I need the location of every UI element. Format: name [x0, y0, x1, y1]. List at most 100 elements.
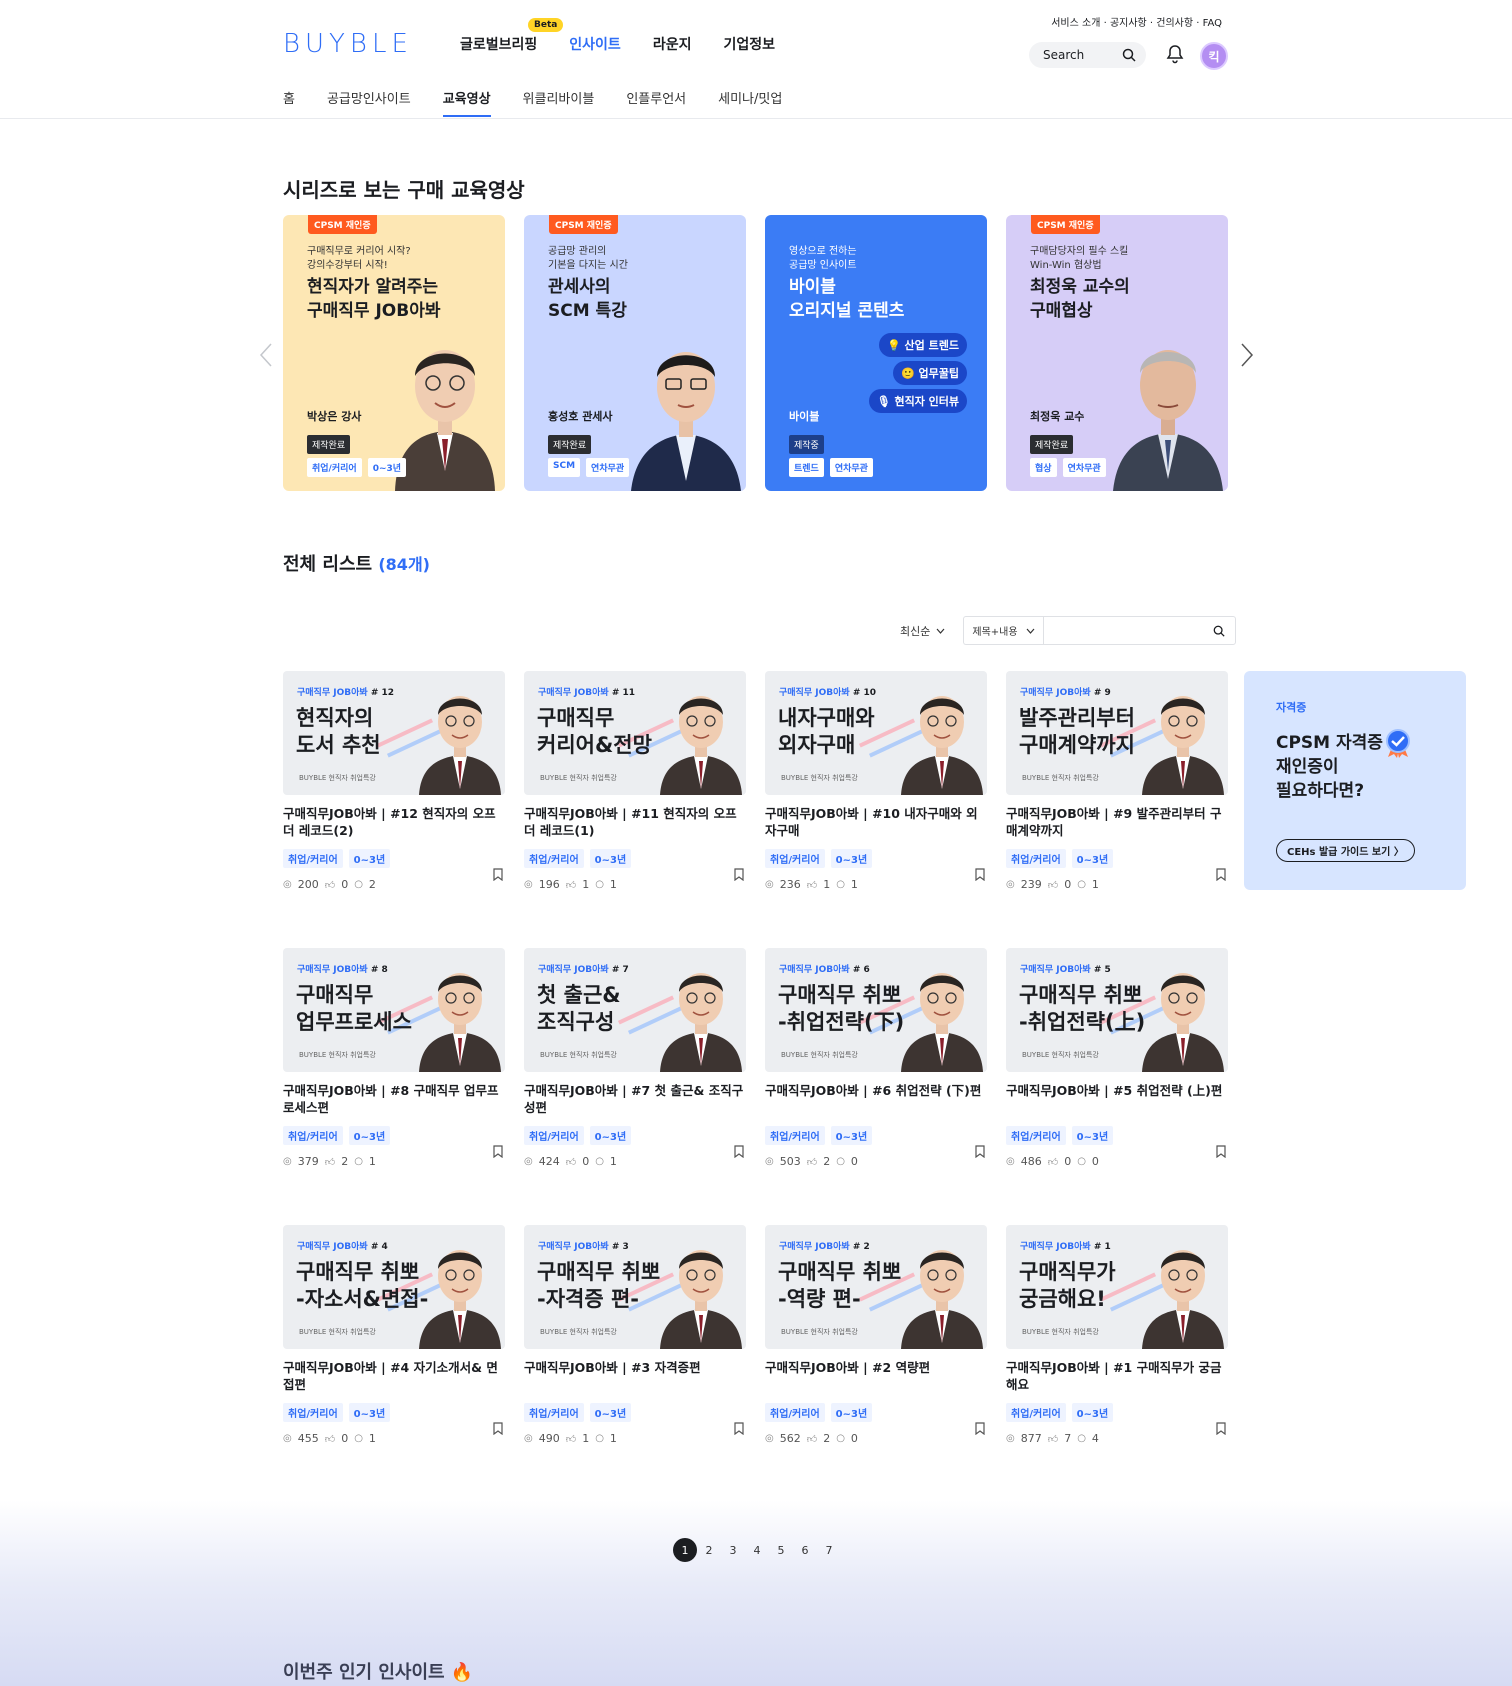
tab-home[interactable]: 홈: [283, 88, 295, 117]
page-4[interactable]: 4: [745, 1538, 769, 1562]
video-title[interactable]: 구매직무JOB아봐 | #11 현직자의 오프더 레코드(1): [524, 805, 746, 839]
bookmark-icon[interactable]: [975, 1145, 985, 1158]
thumbs-up-icon: 👍︎: [806, 1156, 818, 1168]
list-count: (84개): [378, 555, 430, 574]
video-thumbnail[interactable]: 구매직무 JOB아봐 # 5 구매직무 취뽀 -취업전략(上) BUYBLE 현…: [1006, 948, 1228, 1072]
video-card[interactable]: 구매직무 JOB아봐 # 1 구매직무가 궁금해요! BUYBLE 현직자 취업…: [1006, 1225, 1228, 1445]
tag: 취업/커리어: [1006, 849, 1066, 868]
series-card-buyble-original[interactable]: 영상으로 전하는 공급망 인사이트 바이블 오리지널 콘텐츠 💡 산업 트렌드 …: [765, 215, 987, 491]
video-thumbnail[interactable]: 구매직무 JOB아봐 # 3 구매직무 취뽀 -자격증 편- BUYBLE 현직…: [524, 1225, 746, 1349]
cpsm-recert-banner[interactable]: 자격증 CPSM 자격증 재인증이 필요하다면? CEHs 발급 가이드 보기 …: [1244, 671, 1466, 890]
keyword-search-input[interactable]: [1043, 616, 1237, 645]
bookmark-icon[interactable]: [975, 1422, 985, 1435]
bookmark-icon[interactable]: [734, 868, 744, 881]
video-thumbnail[interactable]: 구매직무 JOB아봐 # 4 구매직무 취뽀 -자소서&면접- BUYBLE 현…: [283, 1225, 505, 1349]
video-card[interactable]: 구매직무 JOB아봐 # 9 발주관리부터 구매계약까지 BUYBLE 현직자 …: [1006, 671, 1228, 891]
bookmark-icon[interactable]: [493, 1145, 503, 1158]
view-count: 877: [1020, 1432, 1042, 1445]
video-title[interactable]: 구매직무JOB아봐 | #6 취업전략 (下)편: [765, 1082, 987, 1116]
tab-weekly-buyble[interactable]: 위클리바이블: [523, 88, 595, 117]
page-1[interactable]: 1: [673, 1538, 697, 1562]
bookmark-icon[interactable]: [1216, 1422, 1226, 1435]
bookmark-icon[interactable]: [975, 868, 985, 881]
gnb-global-briefing[interactable]: 글로벌브리핑 Beta: [460, 18, 564, 54]
video-card[interactable]: 구매직무 JOB아봐 # 8 구매직무 업무프로세스 BUYBLE 현직자 취업…: [283, 948, 505, 1168]
list-title: 전체 리스트: [283, 554, 373, 575]
video-title[interactable]: 구매직무JOB아봐 | #5 취업전략 (上)편: [1006, 1082, 1228, 1116]
gnb-company-info[interactable]: 기업정보: [723, 34, 775, 54]
bell-icon[interactable]: [1166, 44, 1184, 64]
carousel-prev-icon[interactable]: [259, 342, 273, 368]
bookmark-icon[interactable]: [734, 1422, 744, 1435]
video-thumbnail[interactable]: 구매직무 JOB아봐 # 9 발주관리부터 구매계약까지 BUYBLE 현직자 …: [1006, 671, 1228, 795]
page-2[interactable]: 2: [697, 1538, 721, 1562]
banner-message: CPSM 자격증 재인증이 필요하다면?: [1276, 733, 1383, 801]
video-title[interactable]: 구매직무JOB아봐 | #9 발주관리부터 구매계약까지: [1006, 805, 1228, 839]
video-title[interactable]: 구매직무JOB아봐 | #1 구매직무가 궁금해요: [1006, 1359, 1228, 1393]
tag: 0~3년: [348, 849, 391, 868]
cehs-guide-button[interactable]: CEHs 발급 가이드 보기 〉: [1276, 839, 1415, 862]
series-tag: 구매직무 JOB아봐 # 11: [538, 685, 635, 698]
search-scope-label: 제목+내용: [972, 627, 1018, 638]
utility-links[interactable]: 서비스 소개 · 공지사항 · 건의사항 · FAQ: [1051, 14, 1222, 29]
tab-seminar-meetup[interactable]: 세미나/밋업: [718, 88, 782, 117]
video-thumbnail[interactable]: 구매직무 JOB아봐 # 10 내자구매와 외자구매 BUYBLE 현직자 취업…: [765, 671, 987, 795]
carousel-next-icon[interactable]: [1240, 342, 1254, 368]
video-title[interactable]: 구매직무JOB아봐 | #8 구매직무 업무프로세스편: [283, 1082, 505, 1116]
bookmark-icon[interactable]: [1216, 1145, 1226, 1158]
video-thumbnail[interactable]: 구매직무 JOB아봐 # 2 구매직무 취뽀 -역량 편- BUYBLE 현직자…: [765, 1225, 987, 1349]
gnb-lounge[interactable]: 라운지: [653, 34, 692, 54]
gnb-insight[interactable]: 인사이트: [569, 34, 621, 54]
page-5[interactable]: 5: [769, 1538, 793, 1562]
video-thumbnail[interactable]: 구매직무 JOB아봐 # 11 구매직무 커리어&전망 BUYBLE 현직자 취…: [524, 671, 746, 795]
episode-number: # 7: [611, 965, 629, 975]
video-card[interactable]: 구매직무 JOB아봐 # 2 구매직무 취뽀 -역량 편- BUYBLE 현직자…: [765, 1225, 987, 1445]
page-6[interactable]: 6: [793, 1538, 817, 1562]
tag: 취업/커리어: [524, 1126, 584, 1145]
video-title[interactable]: 구매직무JOB아봐 | #4 자기소개서& 면접편: [283, 1359, 505, 1393]
series-section-title: 시리즈로 보는 구매 교육영상: [283, 178, 525, 202]
video-title[interactable]: 구매직무JOB아봐 | #3 자격증편: [524, 1359, 746, 1393]
tab-influencer[interactable]: 인플루언서: [626, 88, 686, 117]
video-title[interactable]: 구매직무JOB아봐 | #10 내자구매와 외자구매: [765, 805, 987, 839]
video-card[interactable]: 구매직무 JOB아봐 # 7 첫 출근& 조직구성 BUYBLE 현직자 취업특…: [524, 948, 746, 1168]
video-thumbnail[interactable]: 구매직무 JOB아봐 # 1 구매직무가 궁금해요! BUYBLE 현직자 취업…: [1006, 1225, 1228, 1349]
video-thumbnail[interactable]: 구매직무 JOB아봐 # 8 구매직무 업무프로세스 BUYBLE 현직자 취업…: [283, 948, 505, 1072]
bookmark-icon[interactable]: [493, 868, 503, 881]
search-icon[interactable]: [1122, 48, 1136, 62]
video-title[interactable]: 구매직무JOB아봐 | #7 첫 출근& 조직구성편: [524, 1082, 746, 1116]
tab-education-video[interactable]: 교육영상: [442, 88, 491, 117]
video-card[interactable]: 구매직무 JOB아봐 # 10 내자구매와 외자구매 BUYBLE 현직자 취업…: [765, 671, 987, 891]
tab-supply-chain-insight[interactable]: 공급망인사이트: [327, 88, 411, 117]
video-card[interactable]: 구매직무 JOB아봐 # 3 구매직무 취뽀 -자격증 편- BUYBLE 현직…: [524, 1225, 746, 1445]
bookmark-icon[interactable]: [493, 1422, 503, 1435]
search-scope-select[interactable]: 제목+내용: [963, 616, 1044, 645]
series-card-scm[interactable]: CPSM 재인증 공급망 관리의 기본을 다지는 시간 관세사의 SCM 특강 …: [524, 215, 746, 491]
avatar[interactable]: 킥: [1200, 42, 1228, 70]
thumbnail-title: 발주관리부터 구매계약까지: [1019, 706, 1135, 757]
video-title[interactable]: 구매직무JOB아봐 | #12 현직자의 오프더 레코드(2): [283, 805, 505, 839]
page-7[interactable]: 7: [817, 1538, 841, 1562]
buyble-logo[interactable]: BUYBLE: [283, 29, 413, 59]
series-card-negotiation[interactable]: CPSM 재인증 구매담당자의 필수 스킬 Win-Win 협상법 최정욱 교수…: [1006, 215, 1228, 491]
video-card[interactable]: 구매직무 JOB아봐 # 11 구매직무 커리어&전망 BUYBLE 현직자 취…: [524, 671, 746, 891]
page-3[interactable]: 3: [721, 1538, 745, 1562]
tag: 취업/커리어: [1006, 1126, 1066, 1145]
video-thumbnail[interactable]: 구매직무 JOB아봐 # 6 구매직무 취뽀 -취업전략(下) BUYBLE 현…: [765, 948, 987, 1072]
bookmark-icon[interactable]: [734, 1145, 744, 1158]
production-status: 제작완료: [1030, 435, 1074, 454]
video-thumbnail[interactable]: 구매직무 JOB아봐 # 12 현직자의 도서 추천 BUYBLE 현직자 취업…: [283, 671, 505, 795]
sort-dropdown[interactable]: 최신순: [900, 623, 945, 639]
comment-icon: ○: [595, 1433, 604, 1444]
search-icon[interactable]: [1213, 625, 1225, 637]
video-card[interactable]: 구매직무 JOB아봐 # 12 현직자의 도서 추천 BUYBLE 현직자 취업…: [283, 671, 505, 891]
video-card[interactable]: 구매직무 JOB아봐 # 5 구매직무 취뽀 -취업전략(上) BUYBLE 현…: [1006, 948, 1228, 1168]
video-thumbnail[interactable]: 구매직무 JOB아봐 # 7 첫 출근& 조직구성 BUYBLE 현직자 취업특…: [524, 948, 746, 1072]
video-stats: ◎ 200 👍︎ 0 ○ 2: [283, 878, 505, 891]
series-card-job-abwa[interactable]: CPSM 재인증 구매직무로 커리어 시작? 강의수강부터 시작! 현직자가 알…: [283, 215, 505, 491]
search-input[interactable]: Search: [1029, 42, 1146, 68]
video-card[interactable]: 구매직무 JOB아봐 # 6 구매직무 취뽀 -취업전략(下) BUYBLE 현…: [765, 948, 987, 1168]
video-title[interactable]: 구매직무JOB아봐 | #2 역량편: [765, 1359, 987, 1393]
bookmark-icon[interactable]: [1216, 868, 1226, 881]
video-card[interactable]: 구매직무 JOB아봐 # 4 구매직무 취뽀 -자소서&면접- BUYBLE 현…: [283, 1225, 505, 1445]
